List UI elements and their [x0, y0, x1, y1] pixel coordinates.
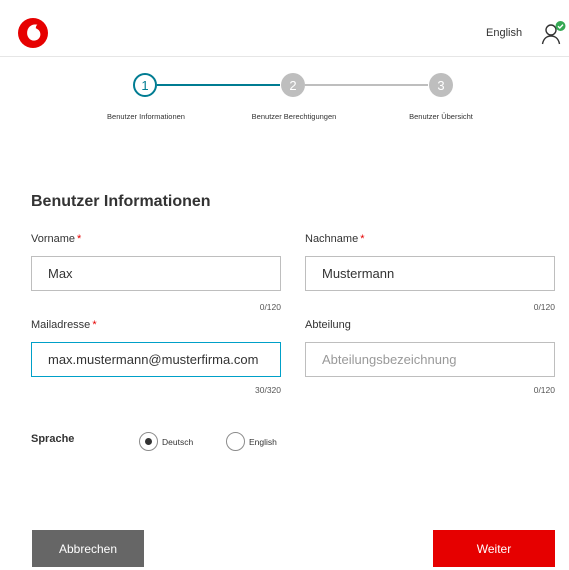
- mail-label-text: Mailadresse: [31, 319, 91, 331]
- vorname-char-counter: 0/120: [259, 302, 281, 312]
- step-3-indicator: 3: [429, 73, 453, 97]
- nachname-char-counter: 0/120: [533, 302, 555, 312]
- vorname-label: Vorname *: [31, 233, 81, 245]
- mail-label: Mailadresse *: [31, 319, 97, 331]
- vorname-required-marker: *: [77, 233, 82, 245]
- progress-stepper: 1 2 3 Benutzer Informationen Benutzer Be…: [0, 68, 569, 128]
- mail-required-marker: *: [92, 319, 97, 331]
- nachname-required-marker: *: [360, 233, 365, 245]
- top-header: English: [0, 0, 569, 57]
- step-2-number: 2: [289, 77, 297, 93]
- step-2-indicator: 2: [281, 73, 305, 97]
- radio-english[interactable]: [226, 432, 245, 451]
- radio-deutsch-selected-dot: [145, 438, 152, 445]
- mail-input[interactable]: [31, 342, 281, 377]
- abteilung-char-counter: 0/120: [533, 385, 555, 395]
- step-3-label: Benutzer Übersicht: [409, 112, 473, 121]
- step-1-indicator: 1: [133, 73, 157, 97]
- language-switch-link[interactable]: English: [486, 27, 522, 39]
- next-button[interactable]: Weiter: [433, 530, 555, 567]
- radio-deutsch-label[interactable]: Deutsch: [162, 437, 193, 447]
- section-title: Benutzer Informationen: [31, 193, 211, 210]
- cancel-button[interactable]: Abbrechen: [32, 530, 144, 567]
- vodafone-logo-icon[interactable]: [18, 18, 48, 48]
- vorname-input[interactable]: [31, 256, 281, 291]
- nachname-label-text: Nachname: [305, 233, 359, 245]
- step-1-label: Benutzer Informationen: [107, 112, 185, 121]
- abteilung-label: Abteilung: [305, 319, 351, 331]
- step-3-number: 3: [437, 77, 445, 93]
- radio-english-label[interactable]: English: [249, 437, 277, 447]
- step-connector-2: [305, 84, 428, 86]
- step-1-number: 1: [141, 77, 149, 93]
- radio-deutsch[interactable]: [139, 432, 158, 451]
- sprache-label: Sprache: [31, 433, 75, 445]
- abteilung-input[interactable]: [305, 342, 555, 377]
- nachname-input[interactable]: [305, 256, 555, 291]
- nachname-label: Nachname *: [305, 233, 364, 245]
- mail-char-counter: 30/320: [255, 385, 281, 395]
- vorname-label-text: Vorname: [31, 233, 76, 245]
- step-2-label: Benutzer Berechtigungen: [251, 112, 337, 121]
- step-connector-1: [157, 84, 280, 86]
- user-verified-icon[interactable]: [541, 20, 567, 46]
- abteilung-label-text: Abteilung: [305, 319, 351, 331]
